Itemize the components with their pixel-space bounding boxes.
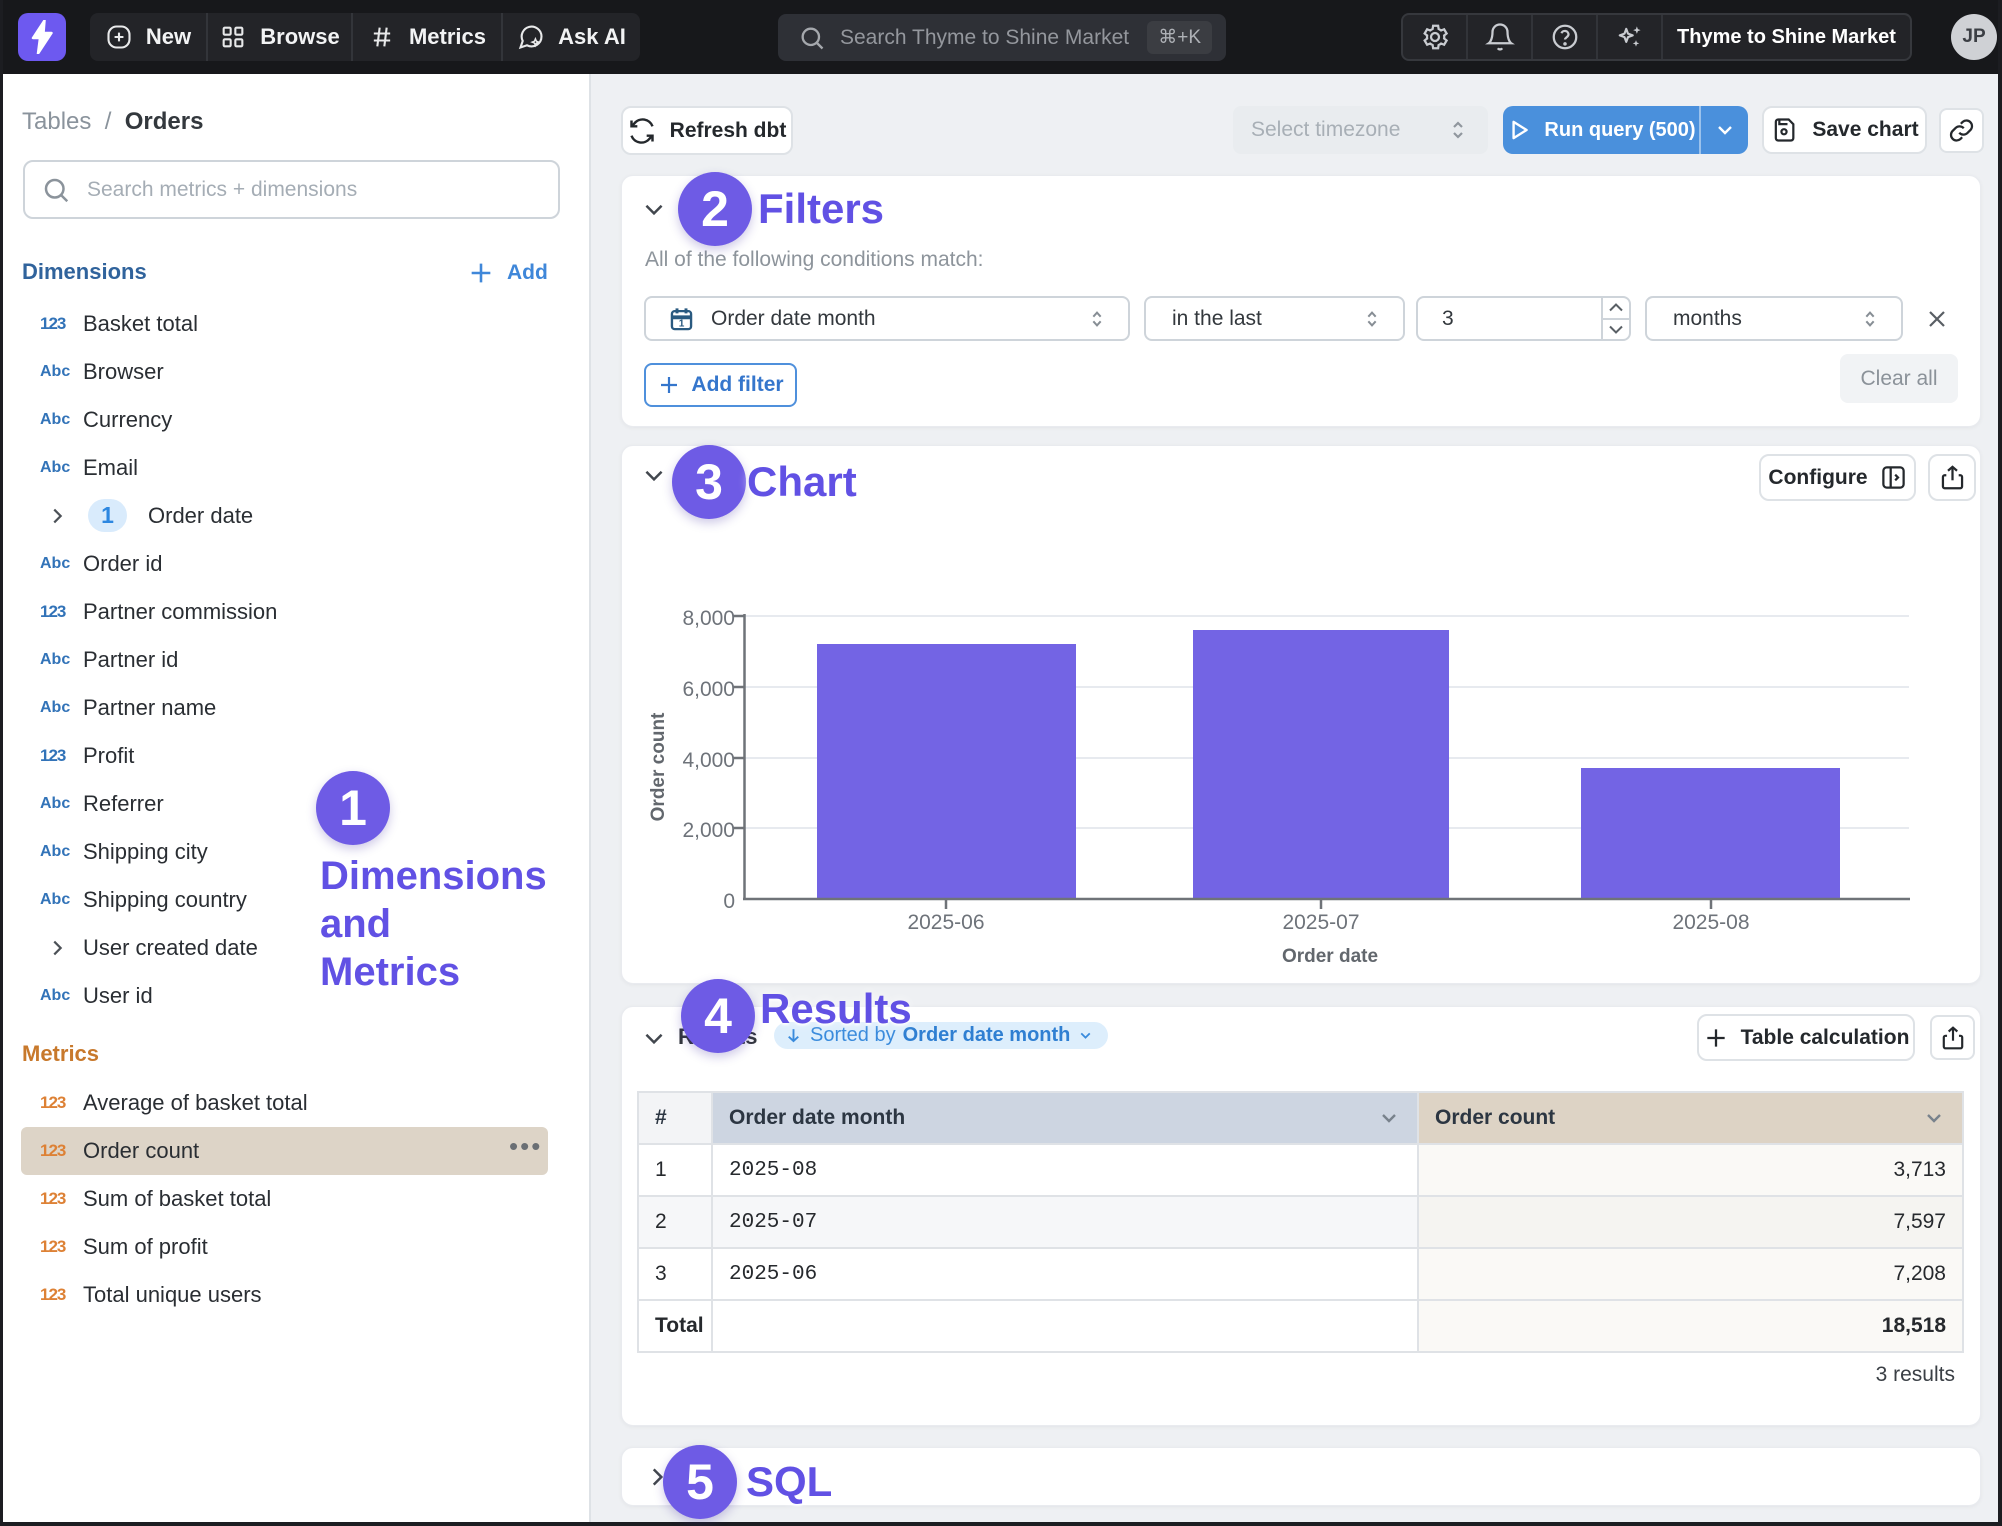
svg-text:2,000: 2,000 [682, 819, 735, 842]
svg-text:2025-08: 2025-08 [1672, 911, 1749, 934]
svg-text:2025-07: 2025-07 [1282, 911, 1359, 934]
svg-text:Order count: Order count [648, 712, 669, 821]
svg-text:1: 1 [679, 318, 685, 329]
svg-text:8,000: 8,000 [682, 607, 735, 630]
svg-text:0: 0 [723, 890, 735, 913]
svg-text:6,000: 6,000 [682, 678, 735, 701]
svg-text:4,000: 4,000 [682, 749, 735, 772]
svg-text:2025-06: 2025-06 [907, 911, 984, 934]
svg-text:Order date: Order date [1282, 946, 1378, 967]
